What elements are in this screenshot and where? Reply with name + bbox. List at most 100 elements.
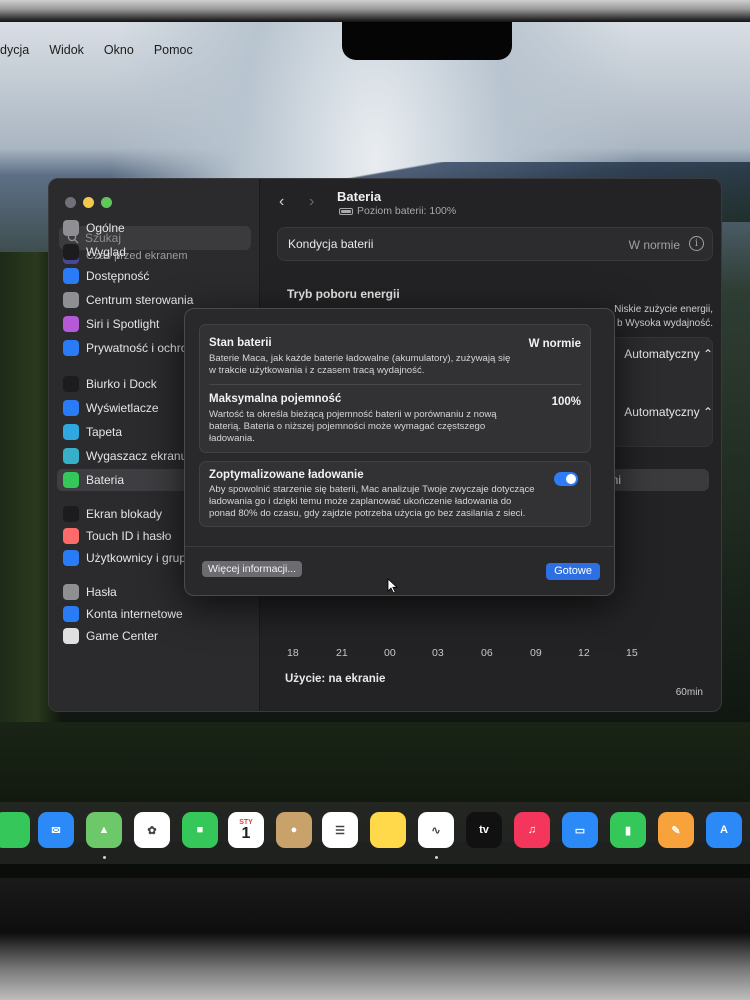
dock-glyph: ✿ bbox=[147, 824, 157, 837]
forward-chevron-icon[interactable]: › bbox=[309, 193, 314, 211]
control-center-icon bbox=[63, 292, 79, 308]
zoom-window-button[interactable] bbox=[101, 197, 112, 208]
close-window-button[interactable] bbox=[65, 197, 76, 208]
mail-icon[interactable]: ✉ bbox=[38, 812, 74, 848]
battery-health-value: W normie bbox=[628, 238, 680, 252]
x-tick-label: 15 bbox=[626, 647, 638, 659]
minimize-window-button[interactable] bbox=[83, 197, 94, 208]
battery-health-dialog: Stan baterii W normie Baterie Maca, jak … bbox=[184, 308, 615, 596]
done-button[interactable]: Gotowe bbox=[546, 563, 600, 580]
menu-edit[interactable]: dycja bbox=[0, 43, 29, 57]
battery-level-text: Poziom baterii: 100% bbox=[357, 205, 457, 217]
sidebar-item-accessibility[interactable]: Dostępność bbox=[63, 265, 257, 287]
sidebar-item-label: Siri i Spotlight bbox=[86, 317, 160, 331]
battery-state-desc-1: Baterie Maca, jak każde baterie ładowaln… bbox=[209, 353, 511, 364]
optimized-charging-desc-2: ładowania go i dzięki temu może zaplanow… bbox=[209, 496, 512, 507]
sidebar-item-label: Centrum sterowania bbox=[86, 293, 194, 307]
keynote-icon[interactable]: ▭ bbox=[562, 812, 598, 848]
energy-mode-select-battery[interactable]: Automatyczny ⌃ bbox=[624, 347, 713, 361]
divider bbox=[209, 384, 581, 385]
messages-icon[interactable] bbox=[0, 812, 30, 848]
x-tick-label: 00 bbox=[384, 647, 396, 659]
dock-glyph: ■ bbox=[196, 824, 204, 836]
info-icon[interactable]: i bbox=[689, 236, 704, 251]
sidebar-item-label: Ogólne bbox=[86, 221, 125, 235]
sidebar-item-label: Hasła bbox=[86, 585, 117, 599]
battery-health-row[interactable]: Kondycja baterii W normie i bbox=[277, 227, 713, 261]
apple-tv-icon[interactable]: tv bbox=[466, 812, 502, 848]
dock-glyph: tv bbox=[479, 824, 489, 836]
key-icon bbox=[63, 584, 79, 600]
mouse-cursor-icon bbox=[387, 578, 399, 594]
battery-icon bbox=[339, 207, 353, 215]
max-capacity-desc-3: ładowania. bbox=[209, 433, 255, 444]
numbers-icon[interactable]: ▮ bbox=[610, 812, 646, 848]
dock-glyph: A bbox=[720, 824, 728, 836]
music-icon[interactable]: ♫ bbox=[514, 812, 550, 848]
sidebar-item-label: Wyświetlacze bbox=[86, 401, 159, 415]
calendar-icon[interactable]: STY 1 bbox=[228, 812, 264, 848]
select-value: Automatyczny bbox=[624, 405, 700, 419]
dock-glyph: ♫ bbox=[527, 824, 537, 836]
sidebar-item-label: Touch ID i hasło bbox=[86, 529, 172, 543]
sidebar-item-gear[interactable]: Ogólne bbox=[63, 217, 257, 239]
energy-mode-desc-2: b Wysoka wydajność. bbox=[616, 318, 713, 329]
running-indicator bbox=[103, 856, 106, 859]
x-tick-label: 18 bbox=[287, 647, 299, 659]
sidebar-item-game-center[interactable]: Game Center bbox=[63, 625, 257, 647]
energy-mode-select-adapter[interactable]: Automatyczny ⌃ bbox=[624, 405, 713, 419]
battery-icon bbox=[63, 472, 79, 488]
menu-window[interactable]: Okno bbox=[104, 43, 134, 57]
more-info-button[interactable]: Więcej informacji... bbox=[202, 561, 303, 577]
sidebar-item-label: Wygaszacz ekranu bbox=[86, 449, 188, 463]
calendar-day-glyph: 1 bbox=[241, 824, 251, 842]
game-center-icon bbox=[63, 628, 79, 644]
optimized-charging-desc-3: ponad 80% do czasu, gdy zajdzie potrzeba… bbox=[209, 508, 526, 519]
running-indicator bbox=[435, 856, 438, 859]
camera-notch bbox=[342, 22, 512, 60]
health-info-group: Stan baterii W normie Baterie Maca, jak … bbox=[199, 324, 591, 453]
x-tick-label: 03 bbox=[432, 647, 444, 659]
notes-icon[interactable] bbox=[370, 812, 406, 848]
x-tick-label: 12 bbox=[578, 647, 590, 659]
freeform-icon[interactable]: ∿ bbox=[418, 812, 454, 848]
battery-state-desc-2: w trakcie użytkowania i z czasem tracą w… bbox=[209, 365, 425, 376]
facetime-icon[interactable]: ■ bbox=[182, 812, 218, 848]
menu-view[interactable]: Widok bbox=[49, 43, 84, 57]
reminders-icon[interactable]: ☰ bbox=[322, 812, 358, 848]
max-capacity-title: Maksymalna pojemność bbox=[209, 393, 342, 405]
x-tick-label: 06 bbox=[481, 647, 493, 659]
select-value: Automatyczny bbox=[624, 347, 700, 361]
pages-icon[interactable]: ✎ bbox=[658, 812, 694, 848]
sidebar-item-appearance[interactable]: Wygląd bbox=[63, 241, 257, 263]
back-chevron-icon[interactable]: ‹ bbox=[279, 193, 284, 211]
battery-level: Poziom baterii: 100% bbox=[339, 205, 456, 217]
footer-divider bbox=[185, 546, 614, 547]
lock-screen-icon bbox=[63, 506, 79, 522]
window-controls bbox=[65, 197, 112, 208]
display-icon bbox=[63, 400, 79, 416]
dock: ✉ ▲ ✿ ■ STY 1 ● ☰ ∿ tv ♫ ▭ ▮ ✎ A bbox=[0, 802, 750, 864]
optimized-charging-title: Zoptymalizowane ładowanie bbox=[209, 469, 364, 481]
app-store-icon[interactable]: A bbox=[706, 812, 742, 848]
sidebar-item-label: Konta internetowe bbox=[86, 607, 183, 621]
sidebar-item-at[interactable]: Konta internetowe bbox=[63, 603, 257, 625]
contacts-icon[interactable]: ● bbox=[276, 812, 312, 848]
maps-icon[interactable]: ▲ bbox=[86, 812, 122, 848]
dock-glyph: ✎ bbox=[671, 824, 681, 837]
photos-icon[interactable]: ✿ bbox=[134, 812, 170, 848]
optimized-charging-desc-1: Aby spowolnić starzenie się baterii, Mac… bbox=[209, 484, 535, 495]
screensaver-icon bbox=[63, 448, 79, 464]
sidebar-item-label: Game Center bbox=[86, 629, 159, 643]
dock-glyph: ▲ bbox=[98, 824, 110, 836]
optimized-charging-toggle[interactable] bbox=[554, 472, 578, 486]
menu-help[interactable]: Pomoc bbox=[154, 43, 193, 57]
battery-state-value: W normie bbox=[528, 338, 581, 350]
sidebar-item-label: Dostępność bbox=[86, 269, 150, 283]
dock-glyph: ∿ bbox=[431, 824, 441, 837]
at-icon bbox=[63, 606, 79, 622]
usage-axis-label: 60min bbox=[675, 687, 703, 698]
sidebar-item-label: Wygląd bbox=[86, 245, 126, 259]
x-tick-label: 09 bbox=[530, 647, 542, 659]
sidebar-item-label: Biurko i Dock bbox=[86, 377, 157, 391]
